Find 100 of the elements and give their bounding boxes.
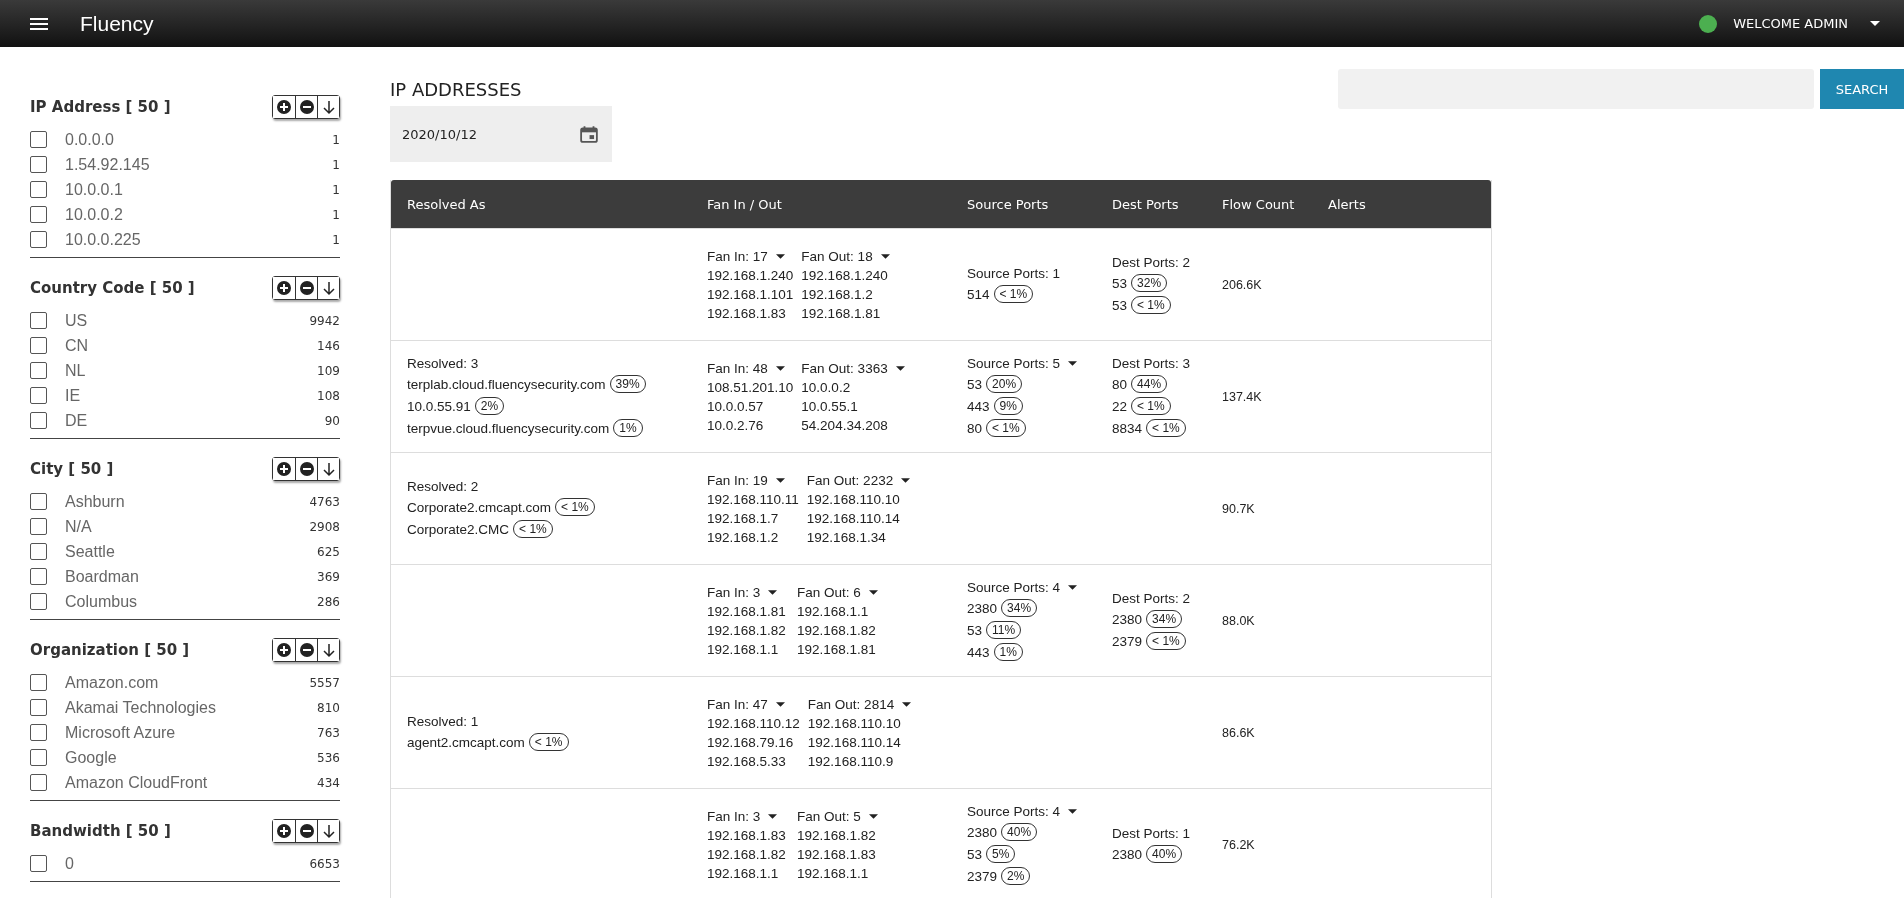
column-header[interactable]: Dest Ports xyxy=(1096,196,1206,212)
filter-option[interactable]: Seattle xyxy=(65,542,318,561)
add-button[interactable] xyxy=(273,639,295,661)
checkbox[interactable] xyxy=(30,699,47,716)
search-button[interactable]: SEARCH xyxy=(1820,69,1904,109)
sort-down-button[interactable] xyxy=(317,277,339,299)
caret-icon[interactable] xyxy=(775,253,785,259)
checkbox[interactable] xyxy=(30,749,47,766)
filter-option[interactable]: 0 xyxy=(65,854,310,873)
add-button[interactable] xyxy=(273,458,295,480)
remove-button[interactable] xyxy=(295,96,317,118)
remove-button[interactable] xyxy=(295,458,317,480)
add-button[interactable] xyxy=(273,96,295,118)
caret-icon[interactable] xyxy=(775,477,785,483)
caret-icon[interactable] xyxy=(901,477,911,483)
checkbox[interactable] xyxy=(30,231,47,248)
flow-count: 90.7K xyxy=(1222,501,1255,516)
add-button[interactable] xyxy=(273,820,295,842)
filter-option[interactable]: 10.0.0.225 xyxy=(65,230,333,249)
checkbox[interactable] xyxy=(30,493,47,510)
checkbox[interactable] xyxy=(30,674,47,691)
remove-button[interactable] xyxy=(295,639,317,661)
column-header[interactable]: Flow Count xyxy=(1206,196,1312,212)
checkbox[interactable] xyxy=(30,724,47,741)
checkbox[interactable] xyxy=(30,337,47,354)
port-number: 53 xyxy=(967,846,983,862)
ip-address: 192.168.1.81 xyxy=(707,603,787,619)
calendar-icon[interactable] xyxy=(580,125,598,143)
checkbox[interactable] xyxy=(30,855,47,872)
add-button[interactable] xyxy=(273,277,295,299)
filter-option[interactable]: US xyxy=(65,311,310,330)
caret-icon[interactable] xyxy=(1068,361,1078,366)
ports-count: Dest Ports: 1 xyxy=(1112,826,1191,841)
user-menu[interactable]: WELCOME ADMIN xyxy=(1733,16,1848,31)
checkbox[interactable] xyxy=(30,774,47,791)
filter-option[interactable]: Amazon CloudFront xyxy=(65,773,318,792)
checkbox[interactable] xyxy=(30,156,47,173)
caret-icon[interactable] xyxy=(768,589,778,595)
caret-icon[interactable] xyxy=(775,365,785,371)
filter-option[interactable]: NL xyxy=(65,361,318,380)
filter-option[interactable]: Akamai Technologies xyxy=(65,698,318,717)
caret-icon[interactable] xyxy=(868,813,878,819)
caret-icon[interactable] xyxy=(902,701,912,707)
option-count: 146 xyxy=(317,338,340,353)
filter-option[interactable]: 10.0.0.1 xyxy=(65,180,333,199)
filter-option[interactable]: Columbus xyxy=(65,592,318,611)
port-number: 80 xyxy=(1112,376,1128,392)
column-header[interactable]: Alerts xyxy=(1312,196,1491,212)
caret-icon[interactable] xyxy=(880,253,890,259)
resolved-count: Resolved: 2 xyxy=(407,479,480,494)
sort-down-button[interactable] xyxy=(317,458,339,480)
checkbox[interactable] xyxy=(30,518,47,535)
resolved-count: Resolved: 1 xyxy=(407,714,480,729)
filter-option[interactable]: Ashburn xyxy=(65,492,310,511)
checkbox[interactable] xyxy=(30,568,47,585)
filter-option[interactable]: DE xyxy=(65,411,325,430)
option-count: 1 xyxy=(332,232,340,247)
filter-option[interactable]: N/A xyxy=(65,517,310,536)
caret-icon[interactable] xyxy=(1870,21,1880,26)
filter-option[interactable]: Google xyxy=(65,748,318,767)
filter-option[interactable]: IE xyxy=(65,386,318,405)
caret-icon[interactable] xyxy=(768,813,778,819)
port-number: 2379 xyxy=(967,868,998,884)
caret-icon[interactable] xyxy=(1068,809,1078,814)
checkbox[interactable] xyxy=(30,543,47,560)
checkbox[interactable] xyxy=(30,131,47,148)
filter-option[interactable]: CN xyxy=(65,336,318,355)
option-count: 90 xyxy=(324,413,340,428)
caret-icon[interactable] xyxy=(868,589,878,595)
checkbox[interactable] xyxy=(30,312,47,329)
caret-icon[interactable] xyxy=(775,701,785,707)
checkbox[interactable] xyxy=(30,181,47,198)
remove-button[interactable] xyxy=(295,277,317,299)
filter-option[interactable]: Microsoft Azure xyxy=(65,723,318,742)
column-header[interactable]: Source Ports xyxy=(951,196,1096,212)
filter-option[interactable]: 1.54.92.145 xyxy=(65,155,333,174)
checkbox[interactable] xyxy=(30,593,47,610)
checkbox[interactable] xyxy=(30,362,47,379)
sort-down-button[interactable] xyxy=(317,820,339,842)
checkbox[interactable] xyxy=(30,412,47,429)
sort-down-button[interactable] xyxy=(317,639,339,661)
remove-button[interactable] xyxy=(295,820,317,842)
column-header[interactable]: Fan In / Out xyxy=(691,196,951,212)
caret-icon[interactable] xyxy=(895,365,905,371)
checkbox[interactable] xyxy=(30,206,47,223)
ip-address: 192.168.110.14 xyxy=(807,734,902,750)
filter-option[interactable]: Boardman xyxy=(65,567,318,586)
filter-option[interactable]: Amazon.com xyxy=(65,673,310,692)
option-count: 434 xyxy=(317,775,340,790)
option-count: 1 xyxy=(332,182,340,197)
date-field[interactable]: 2020/10/12 xyxy=(390,106,612,162)
ports-count: Dest Ports: 2 xyxy=(1112,591,1191,606)
checkbox[interactable] xyxy=(30,387,47,404)
ports-count: Dest Ports: 3 xyxy=(1112,356,1191,371)
sort-down-button[interactable] xyxy=(317,96,339,118)
column-header[interactable]: Resolved As xyxy=(391,196,691,212)
caret-icon[interactable] xyxy=(1068,585,1078,590)
filter-option[interactable]: 0.0.0.0 xyxy=(65,130,333,149)
menu-icon[interactable] xyxy=(30,17,48,30)
filter-option[interactable]: 10.0.0.2 xyxy=(65,205,333,224)
